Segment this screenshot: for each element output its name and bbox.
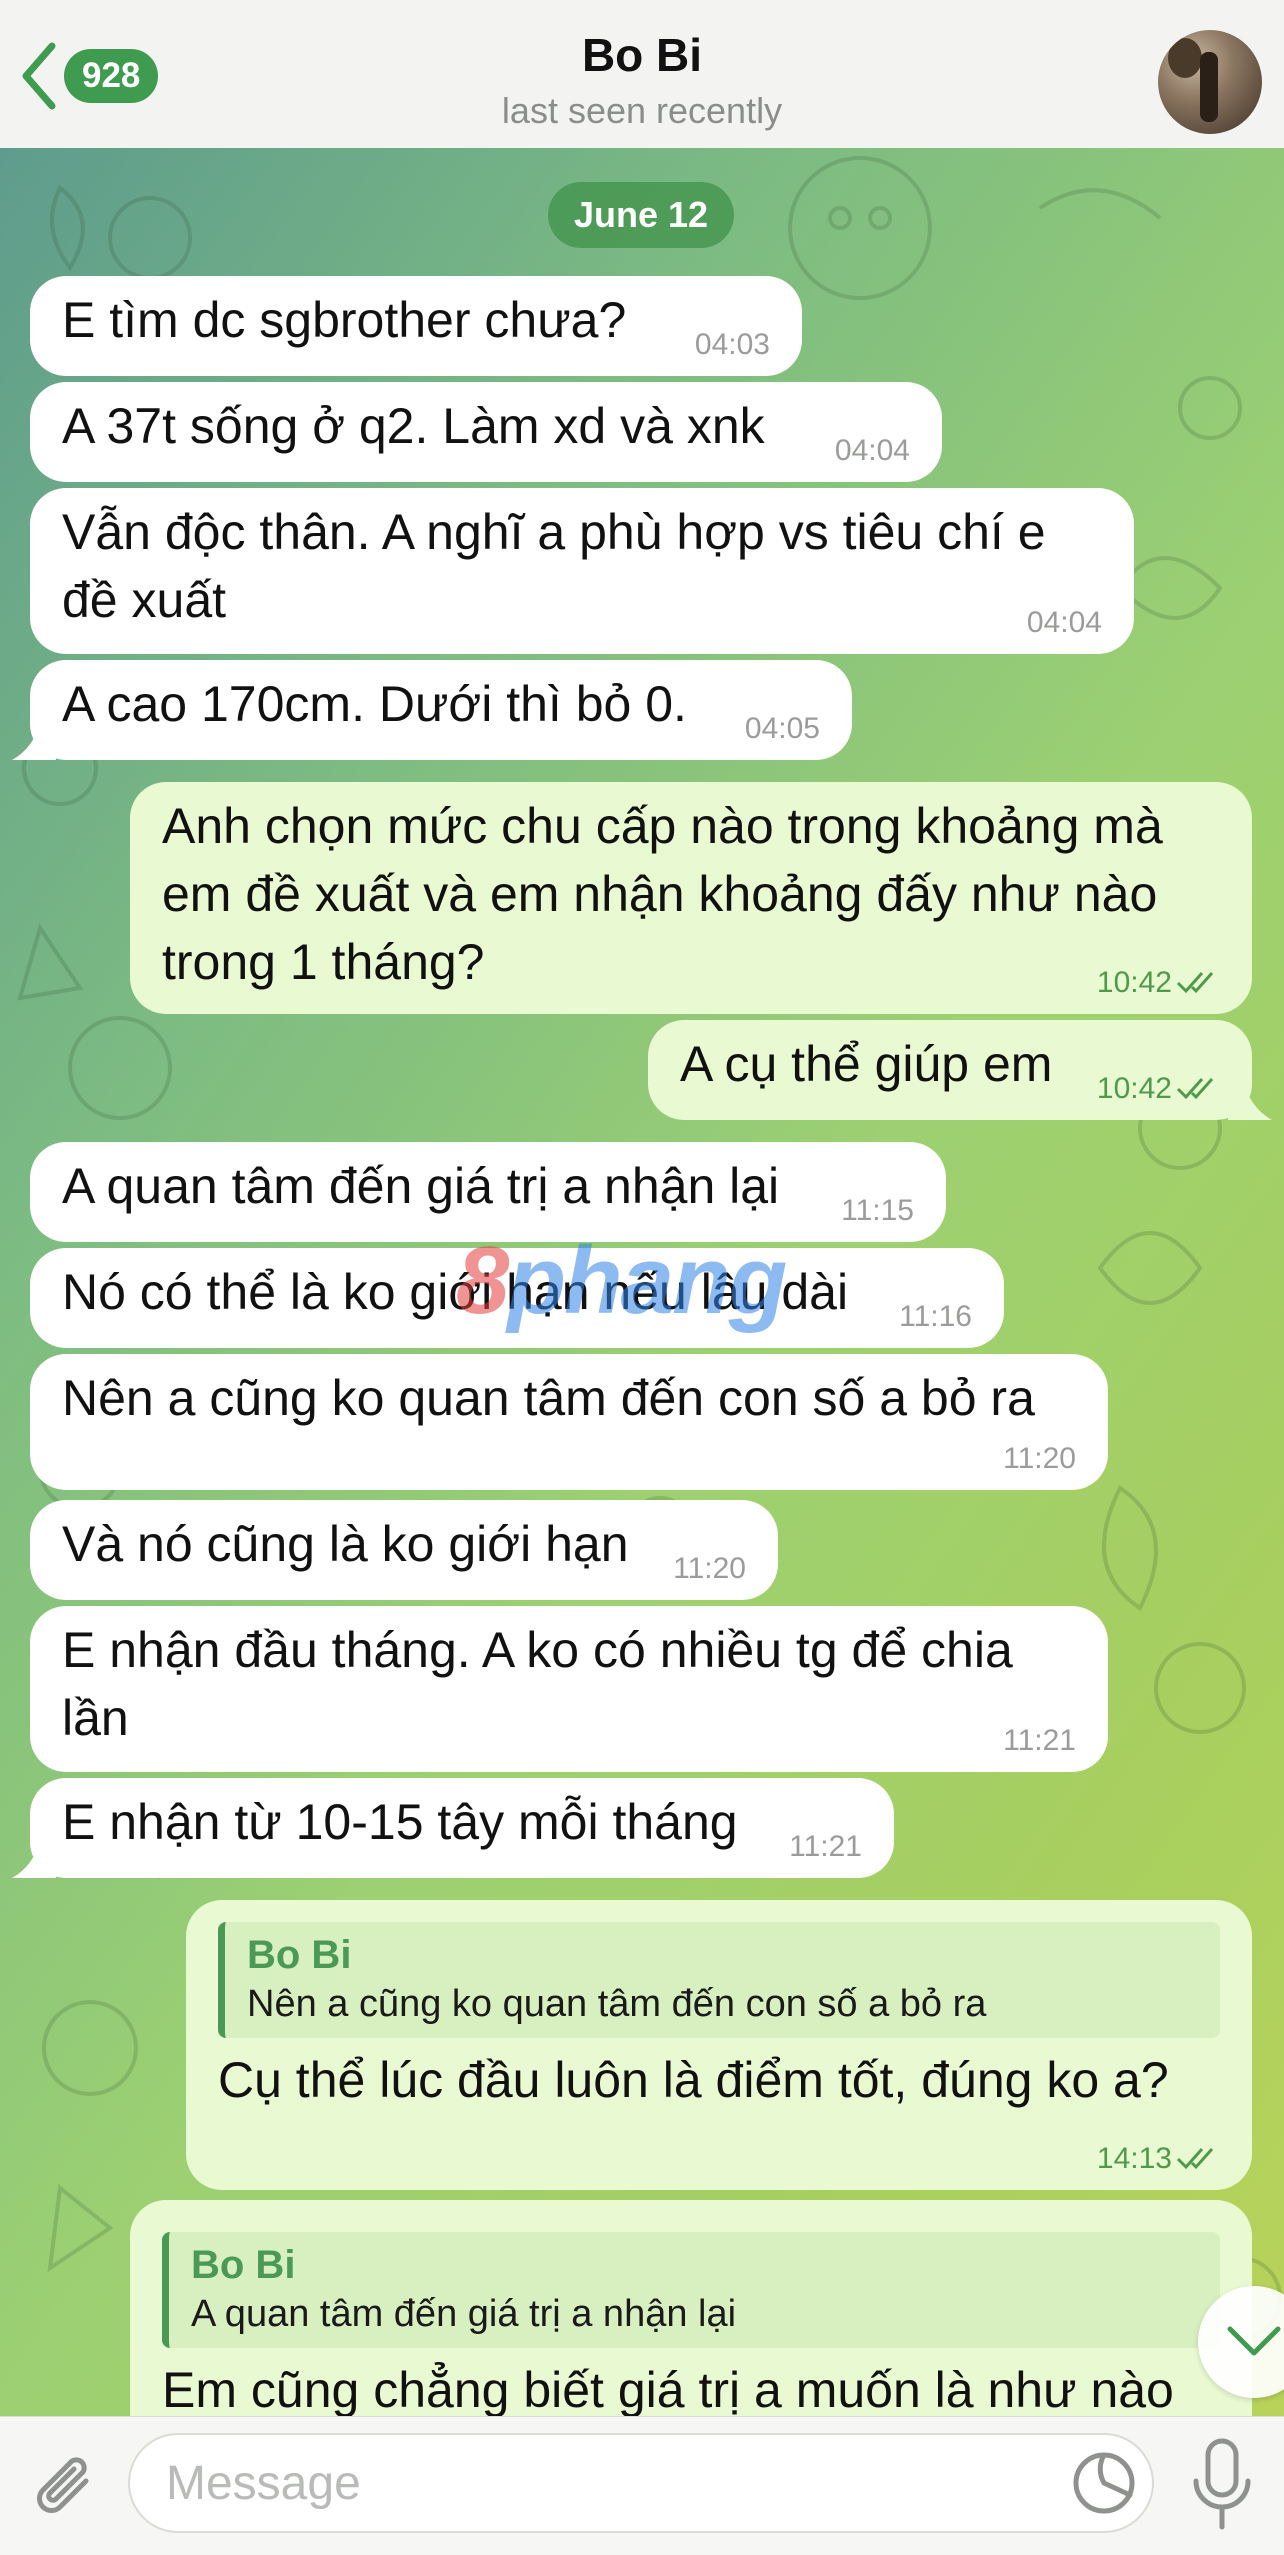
message-time: 04:04 [834,434,910,467]
message-bubble-incoming[interactable]: E tìm dc sgbrother chưa? 04:03 [30,276,802,376]
message-time: 11:16 [899,1300,972,1333]
message-bubble-incoming[interactable]: Và nó cũng là ko giới hạn 11:20 [30,1500,778,1600]
message-text: Cụ thể lúc đầu luôn là điểm tốt, đúng ko… [218,2052,1169,2108]
double-check-icon [1176,1078,1214,1100]
message-time: 10:42 [1097,1074,1220,1104]
message-text: A cao 170cm. Dưới thì bỏ 0. [62,676,687,732]
message-time: 10:42 [1097,968,1220,998]
reply-quote[interactable]: Bo Bi Nên a cũng ko quan tâm đến con số … [218,1922,1220,2038]
message-time: 14:13 [1097,2144,1220,2174]
message-text: Vẫn độc thân. A nghĩ a phù hợp vs tiêu c… [62,504,1046,628]
message-time: 11:21 [789,1830,862,1863]
message-bubble-outgoing[interactable]: A cụ thể giúp em 10:42 [648,1020,1252,1120]
message-text: A quan tâm đến giá trị a nhận lại [62,1158,780,1214]
message-text: A 37t sống ở q2. Làm xd và xnk [62,398,765,454]
message-text: Và nó cũng là ko giới hạn [62,1516,629,1572]
chevron-down-icon [1227,2326,1281,2356]
avatar[interactable] [1158,30,1262,134]
reply-quote[interactable]: Bo Bi A quan tâm đến giá trị a nhận lại [162,2232,1220,2348]
microphone-icon[interactable] [1178,2435,1266,2535]
message-time: 04:05 [744,712,820,745]
message-time: 04:03 [694,328,770,361]
message-text: E tìm dc sgbrother chưa? [62,292,627,348]
double-check-icon [1176,2148,1214,2170]
message-bubble-incoming[interactable]: E nhận đầu tháng. A ko có nhiều tg để ch… [30,1606,1108,1772]
message-text: Em cũng chẳng biết giá trị a muốn là như… [162,2362,1174,2418]
message-bubble-incoming[interactable]: A 37t sống ở q2. Làm xd và xnk 04:04 [30,382,942,482]
reply-author: Bo Bi [191,2243,296,2287]
message-time: 11:15 [841,1194,914,1227]
sticker-icon[interactable] [1068,2447,1140,2519]
reply-text: A quan tâm đến giá trị a nhận lại [191,2293,737,2335]
chat-title[interactable]: Bo Bi [0,28,1284,82]
message-text: Anh chọn mức chu cấp nào trong khoảng mà… [162,798,1163,990]
message-bubble-incoming[interactable]: A cao 170cm. Dưới thì bỏ 0. 04:05 [30,660,852,760]
message-time: 11:21 [1003,1724,1076,1757]
paperclip-icon[interactable] [28,2447,108,2527]
message-composer [0,2416,1284,2555]
watermark-logo: 8phang [456,1227,787,1334]
message-time: 11:20 [1003,1442,1076,1475]
reply-author: Bo Bi [247,1933,352,1977]
message-bubble-incoming[interactable]: Nên a cũng ko quan tâm đến con số a bỏ r… [30,1354,1108,1490]
message-text: E nhận đầu tháng. A ko có nhiều tg để ch… [62,1622,1013,1746]
chat-status: last seen recently [501,90,783,131]
message-time: 11:20 [673,1552,746,1585]
date-separator: June 12 [548,182,734,248]
message-bubble-outgoing[interactable]: Bo Bi Nên a cũng ko quan tâm đến con số … [186,1900,1252,2190]
chat-header: 928 Bo Bi last seen recently [0,0,1284,148]
message-bubble-incoming[interactable]: Vẫn độc thân. A nghĩ a phù hợp vs tiêu c… [30,488,1134,654]
message-bubble-outgoing[interactable]: Anh chọn mức chu cấp nào trong khoảng mà… [130,782,1252,1014]
message-bubble-incoming[interactable]: E nhận từ 10-15 tây mỗi tháng 11:21 [30,1778,894,1878]
message-time: 04:04 [1026,606,1102,639]
reply-text: Nên a cũng ko quan tâm đến con số a bỏ r… [247,1983,987,2025]
message-input[interactable] [128,2433,1154,2533]
message-text: Nên a cũng ko quan tâm đến con số a bỏ r… [62,1370,1035,1426]
message-text: E nhận từ 10-15 tây mỗi tháng [62,1794,738,1850]
double-check-icon [1176,972,1214,994]
